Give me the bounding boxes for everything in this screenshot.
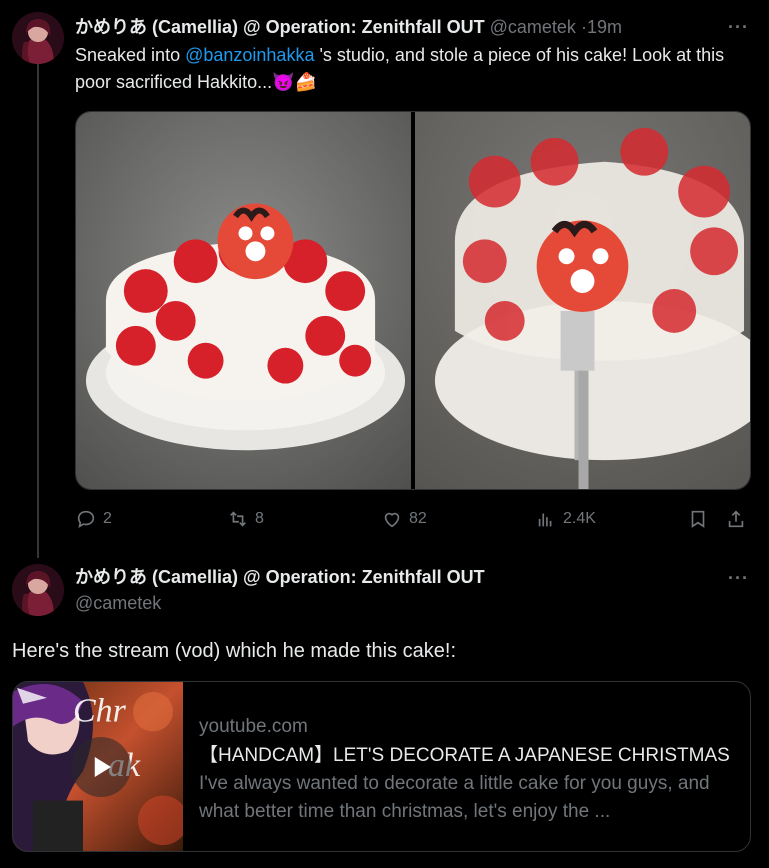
- share-icon: [728, 510, 744, 528]
- bookmark-icon: [691, 510, 705, 528]
- avatar[interactable]: [12, 12, 64, 64]
- bookmark-button[interactable]: [687, 508, 709, 530]
- repost-button[interactable]: 8: [227, 508, 264, 530]
- user-handle[interactable]: @cametek: [490, 17, 576, 37]
- user-handle[interactable]: @cametek: [75, 593, 161, 613]
- more-icon[interactable]: ···: [728, 569, 749, 587]
- like-count: 82: [409, 510, 427, 527]
- reply-icon: [77, 510, 95, 529]
- mention-link[interactable]: @banzoinhakka: [185, 45, 314, 65]
- play-icon[interactable]: [71, 737, 131, 797]
- more-icon[interactable]: ···: [728, 18, 749, 36]
- video-thumbnail[interactable]: Chr ak: [13, 682, 183, 851]
- card-title[interactable]: 【HANDCAM】LET'S DECORATE A JAPANESE CHRIS…: [199, 742, 736, 770]
- thread-connector: [37, 64, 39, 558]
- cake-photo-1[interactable]: [76, 112, 411, 489]
- views-button[interactable]: 2.4K: [535, 508, 596, 530]
- repost-icon: [230, 511, 246, 527]
- svg-text:Chr: Chr: [73, 693, 127, 730]
- like-icon: [384, 512, 400, 528]
- tweet-text: Here's the stream (vod) which he made th…: [12, 640, 457, 662]
- tweet-header: かめりあ (Camellia) @ Operation: Zenithfall …: [75, 565, 485, 589]
- link-card[interactable]: Chr ak youtube.com 【HANDCAM】LET'S DECORA…: [12, 681, 751, 852]
- media-grid: [75, 111, 751, 490]
- display-name[interactable]: かめりあ (Camellia) @ Operation: Zenithfall …: [75, 17, 485, 37]
- tweet-header: かめりあ (Camellia) @ Operation: Zenithfall …: [75, 15, 622, 39]
- display-name[interactable]: かめりあ (Camellia) @ Operation: Zenithfall …: [75, 567, 485, 587]
- tweet-text-start: Sneaked into: [75, 45, 186, 65]
- views-count: 2.4K: [563, 510, 596, 527]
- timestamp[interactable]: 19m: [587, 17, 622, 37]
- like-button[interactable]: 82: [381, 508, 427, 530]
- share-button[interactable]: [725, 508, 747, 530]
- avatar[interactable]: [12, 564, 64, 616]
- reply-button[interactable]: 2: [75, 508, 112, 530]
- tweet-subheader: @cametek: [75, 591, 161, 615]
- reply-count: 2: [103, 510, 112, 527]
- tweet-actions: 2 8 82 2.4K: [75, 508, 755, 532]
- views-icon: [538, 513, 552, 527]
- card-description: I've always wanted to decorate a little …: [199, 773, 710, 822]
- card-domain: youtube.com: [199, 716, 308, 737]
- repost-count: 8: [255, 510, 264, 527]
- card-body: youtube.com 【HANDCAM】LET'S DECORATE A JA…: [183, 682, 750, 851]
- tweet-text: Sneaked into @banzoinhakka 's studio, an…: [75, 42, 755, 96]
- cake-photo-2[interactable]: [415, 112, 750, 489]
